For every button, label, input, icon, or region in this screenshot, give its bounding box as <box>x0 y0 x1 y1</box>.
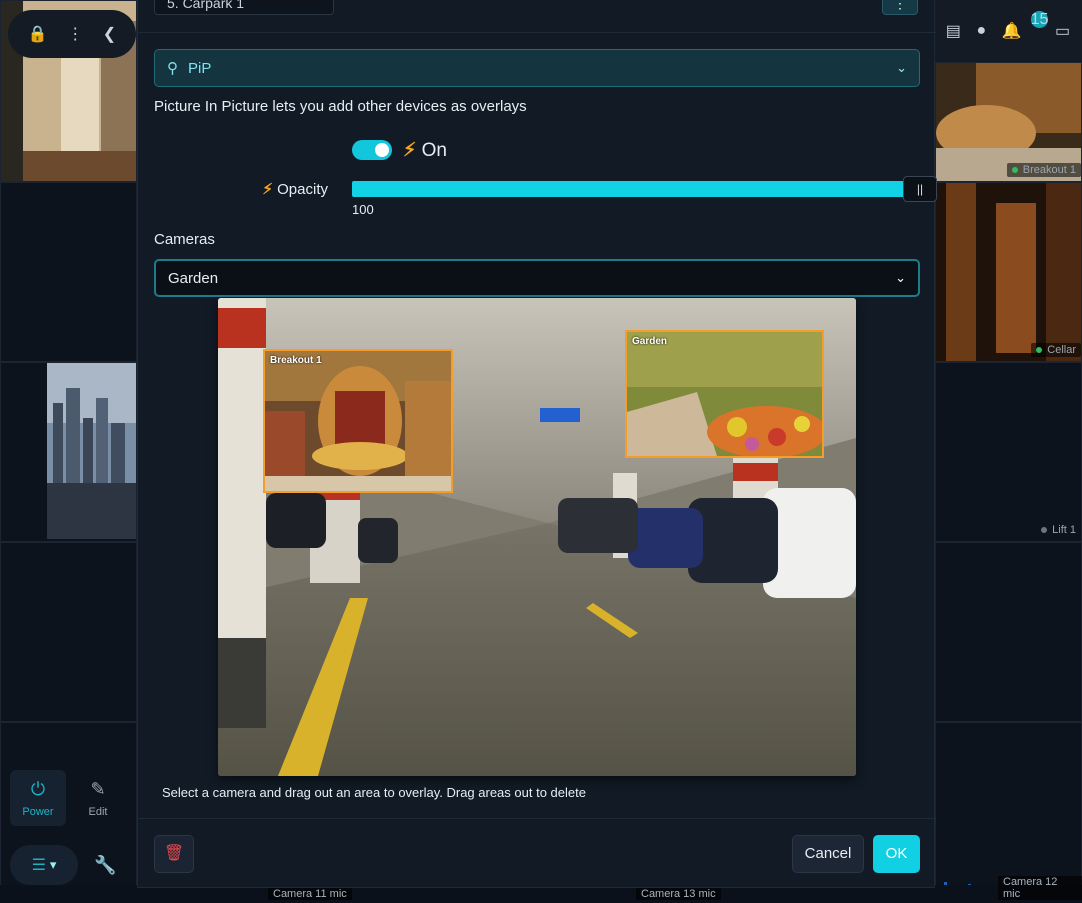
toggle-state-label: ⚡︎ On <box>403 139 447 162</box>
pip-settings-dialog: 5. Carpark 1 ⋮ ⚲ PiP ⌄ Picture In Pictur… <box>137 0 937 888</box>
bg-tile-cellar[interactable]: Cellar <box>935 182 1082 362</box>
notification-badge: 15 <box>1030 11 1049 28</box>
bg-tile-empty-2[interactable] <box>0 542 137 722</box>
opacity-slider-handle[interactable]: || <box>903 176 937 202</box>
garden-overlay-image <box>627 332 822 456</box>
device-select[interactable]: 5. Carpark 1 <box>154 0 334 15</box>
left-bottom-tools: ☰ ▾ 🔧 <box>10 845 136 885</box>
pip-description: Picture In Picture lets you add other de… <box>154 98 527 115</box>
overlay-title: Garden <box>632 336 668 347</box>
help-text: Select a camera and drag out an area to … <box>162 785 586 800</box>
feature-search-select[interactable]: ⚲ PiP ⌄ <box>154 49 920 87</box>
opacity-label: ⚡︎ Opacity <box>256 180 328 198</box>
breakout-overlay-image <box>265 351 451 491</box>
bg-tile-empty-4[interactable] <box>935 542 1082 722</box>
chevron-down-icon: ⌄ <box>896 60 907 75</box>
cancel-button[interactable]: Cancel <box>792 835 864 873</box>
power-icon: ⏻ <box>30 778 46 799</box>
edit-button[interactable]: ✎ Edit <box>70 770 126 826</box>
kebab-menu-icon[interactable]: ⋮ <box>67 24 83 44</box>
edit-icon: ✎ <box>90 778 106 799</box>
feature-search-value: PiP <box>188 59 212 77</box>
left-actions: ⏻ Power ✎ Edit <box>10 770 136 830</box>
toolbar-top-right: ▤ ● 🔔15 ▭ <box>934 0 1082 62</box>
pip-enabled-toggle[interactable] <box>352 140 392 160</box>
chevron-left-icon[interactable]: ❮ <box>103 24 116 44</box>
tile-label: Breakout 1 <box>1006 163 1081 177</box>
sliders-icon: ☰ <box>31 857 46 874</box>
more-button[interactable]: ⋮ <box>882 0 918 15</box>
overlay-title: Breakout 1 <box>270 355 322 366</box>
search-icon: ⚲ <box>167 60 178 77</box>
bg-tile-city[interactable] <box>0 362 137 542</box>
opacity-value: 100 <box>352 202 374 217</box>
chevron-down-icon: ▾ <box>49 857 57 872</box>
pip-preview-canvas[interactable]: Breakout 1 Garden <box>218 298 856 776</box>
edit-label: Edit <box>88 805 108 818</box>
delete-button[interactable]: 🗑 <box>154 835 194 873</box>
opacity-label-text: Opacity <box>277 181 328 198</box>
server-icon[interactable]: ▤ <box>946 21 961 41</box>
settings-dropdown-button[interactable]: ☰ ▾ <box>10 845 78 885</box>
window-icon[interactable]: ▭ <box>1055 21 1070 41</box>
city-image <box>47 363 136 539</box>
mic-label: Camera 11 mic <box>268 888 352 900</box>
bg-tile-lift[interactable]: Lift 1 <box>935 362 1082 542</box>
bell-icon[interactable]: 🔔15 <box>1002 11 1049 41</box>
power-button[interactable]: ⏻ Power <box>10 770 66 826</box>
pip-overlay-breakout[interactable]: Breakout 1 <box>263 349 453 493</box>
toggle-state-text: On <box>421 140 447 161</box>
pip-overlay-garden[interactable]: Garden <box>625 330 824 458</box>
power-label: Power <box>22 805 54 818</box>
chevron-down-icon: ⌄ <box>895 270 906 285</box>
cameras-label: Cameras <box>154 231 215 248</box>
divider <box>138 818 936 819</box>
user-icon[interactable]: ● <box>976 22 986 40</box>
wrench-icon[interactable]: 🔧 <box>94 855 116 876</box>
cellar-image <box>936 183 1081 361</box>
bolt-icon: ⚡︎ <box>262 181 273 198</box>
ok-button[interactable]: OK <box>873 835 920 873</box>
mic-label: Camera 12 mic <box>998 876 1082 900</box>
camera-select[interactable]: Garden ⌄ <box>154 259 920 297</box>
trash-icon: 🗑 <box>163 845 185 862</box>
bolt-icon: ⚡︎ <box>403 140 417 161</box>
bg-tile-empty-1[interactable] <box>0 182 137 362</box>
lock-icon[interactable]: 🔒 <box>28 24 48 44</box>
divider <box>138 32 936 33</box>
tile-label: Lift 1 <box>1036 523 1081 537</box>
opacity-slider-track[interactable] <box>352 181 920 197</box>
mic-label: Camera 13 mic <box>636 888 721 900</box>
bg-tile-breakout[interactable]: Breakout 1 <box>935 62 1082 182</box>
tile-label: Cellar <box>1031 343 1081 357</box>
camera-select-value: Garden <box>168 269 219 287</box>
toolbar-top-left: 🔒 ⋮ ❮ <box>8 10 136 58</box>
